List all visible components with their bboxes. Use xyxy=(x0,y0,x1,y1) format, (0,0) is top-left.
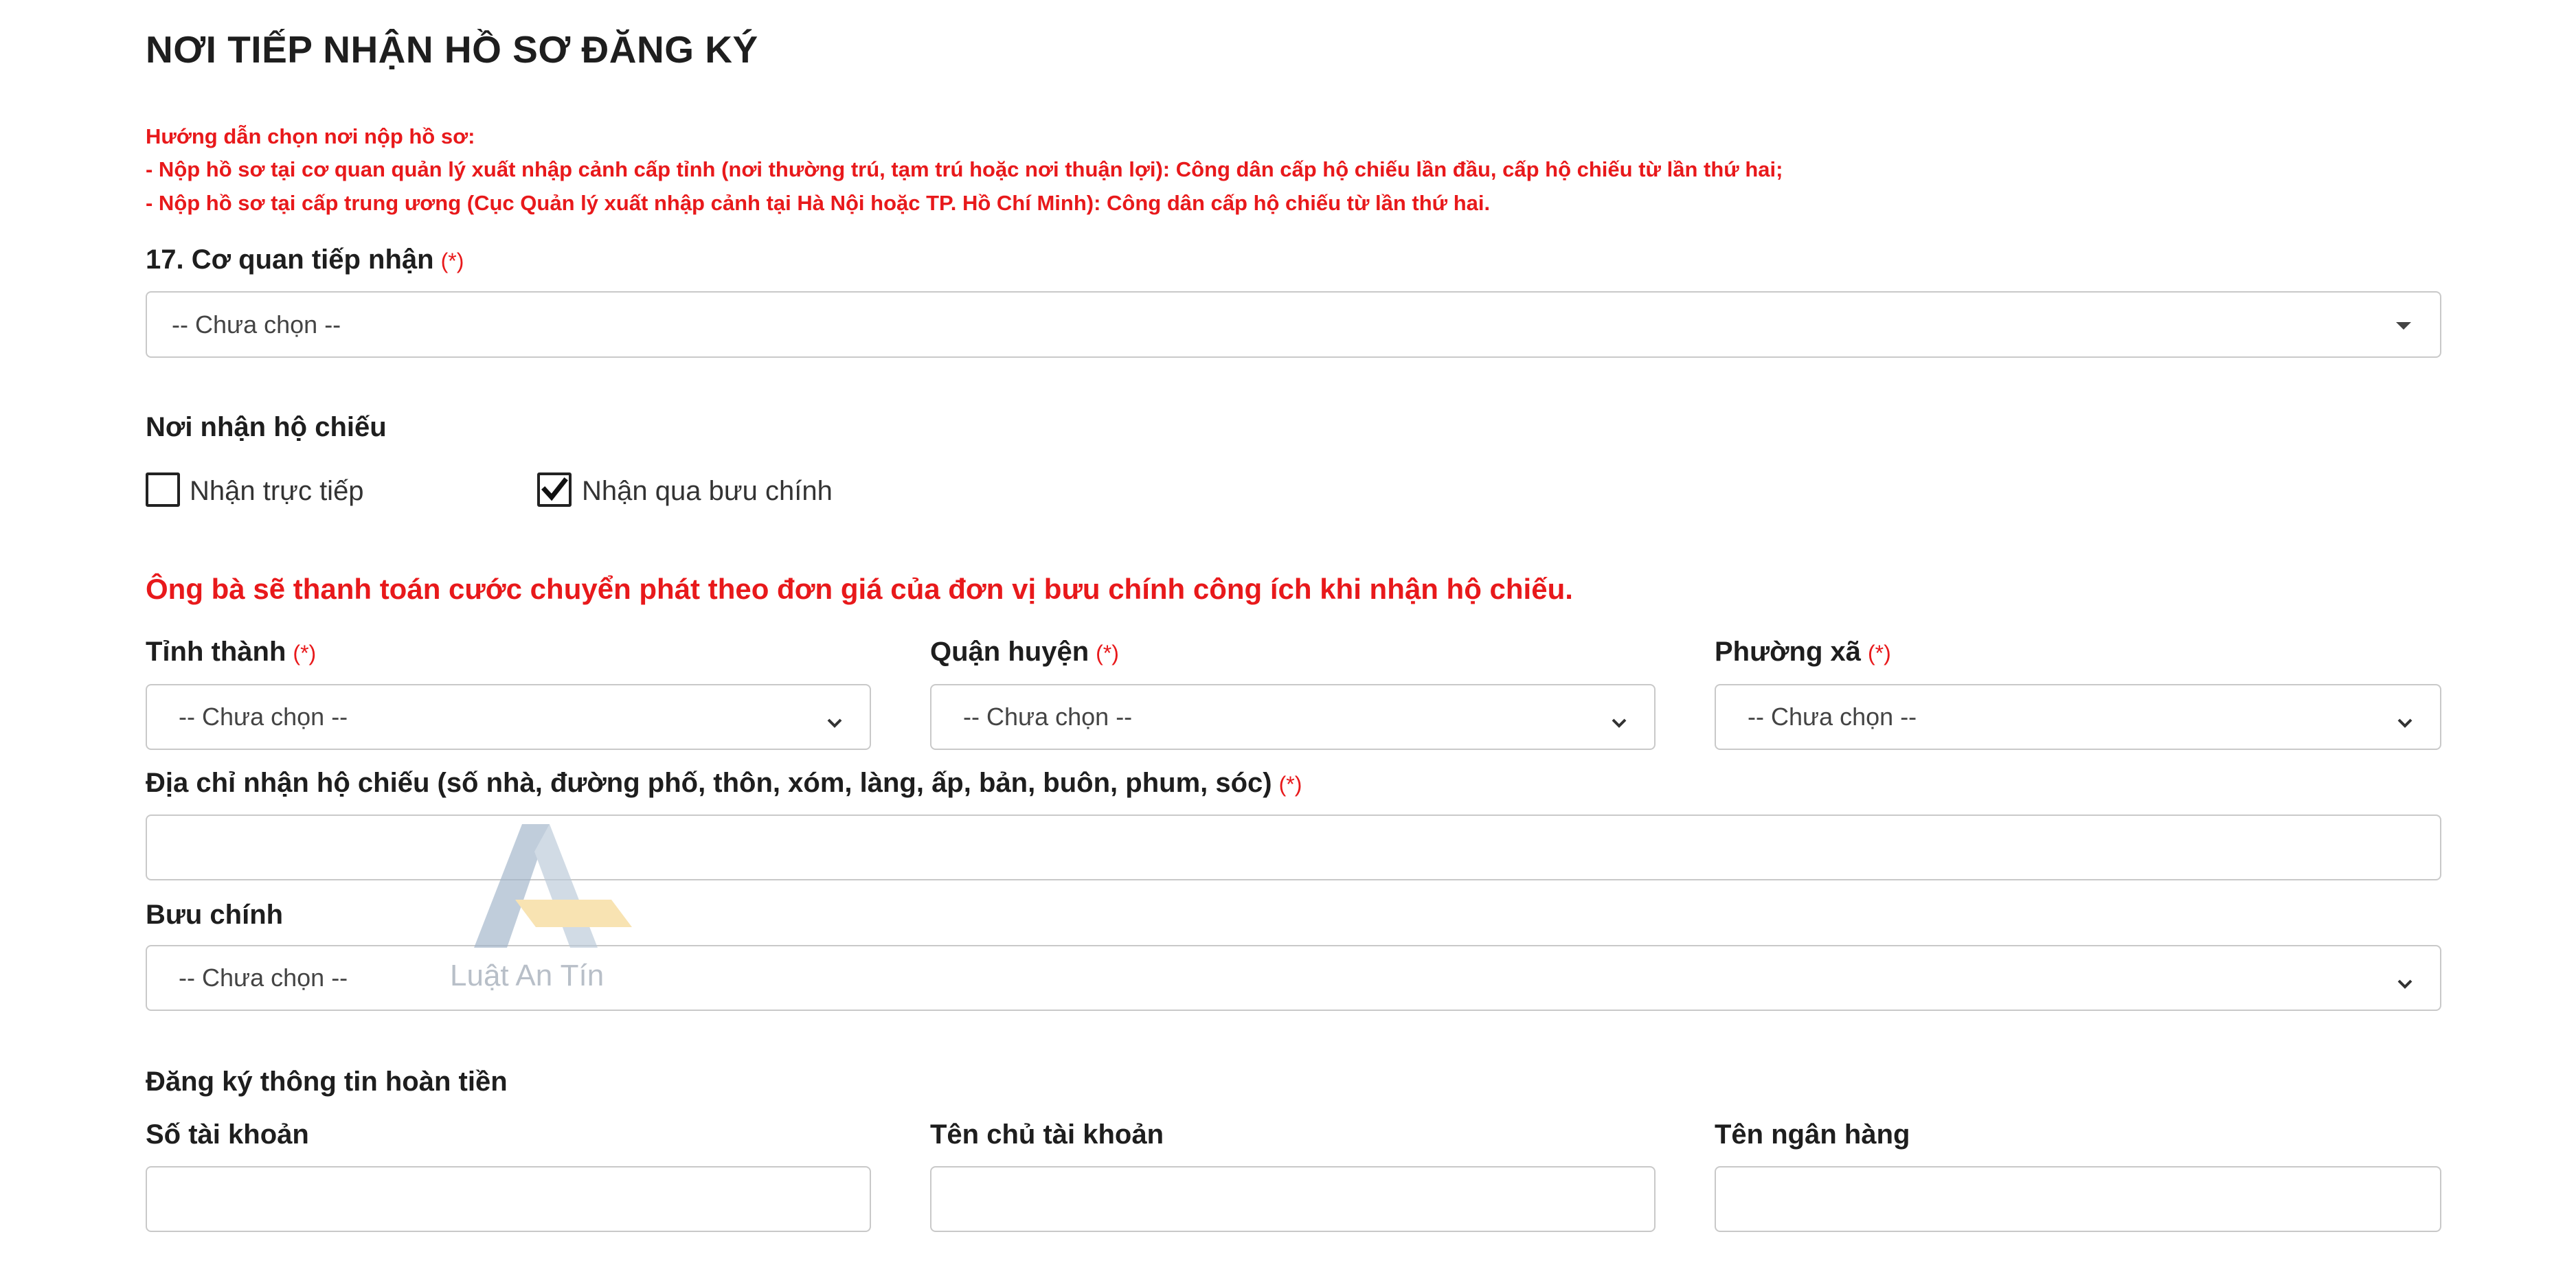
watermark-text: Luật An Tín xyxy=(450,959,605,992)
province-select[interactable]: -- Chưa chọn -- xyxy=(146,684,871,750)
account-holder-label: Tên chủ tài khoản xyxy=(930,1119,1164,1150)
direct-pickup-checkbox[interactable] xyxy=(146,472,180,507)
page-title: NƠI TIẾP NHẬN HỒ SƠ ĐĂNG KÝ xyxy=(146,28,758,71)
postal-delivery-label[interactable]: Nhận qua bưu chính xyxy=(582,476,833,507)
receiving-agency-label-text: 17. Cơ quan tiếp nhận xyxy=(146,244,434,275)
watermark-logo-icon xyxy=(474,824,632,948)
required-marker: (*) xyxy=(1868,641,1891,665)
ward-label-text: Phường xã xyxy=(1715,637,1861,667)
checkmark-icon xyxy=(541,477,568,501)
refund-heading: Đăng ký thông tin hoàn tiền xyxy=(146,1067,508,1097)
receiving-agency-select[interactable]: -- Chưa chọn -- xyxy=(146,291,2441,358)
required-marker: (*) xyxy=(440,249,464,273)
postal-fee-notice: Ông bà sẽ thanh toán cước chuyển phát th… xyxy=(146,573,1573,605)
district-label: Quận huyện (*) xyxy=(930,637,1119,668)
receiving-agency-value: -- Chưa chọn -- xyxy=(172,310,341,339)
province-label-text: Tỉnh thành xyxy=(146,637,286,667)
required-marker: (*) xyxy=(293,641,317,665)
postal-delivery-checkbox[interactable] xyxy=(537,472,572,507)
ward-select[interactable]: -- Chưa chọn -- xyxy=(1715,684,2441,750)
receiving-agency-label: 17. Cơ quan tiếp nhận (*) xyxy=(146,244,464,275)
ward-label: Phường xã (*) xyxy=(1715,637,1891,668)
province-value: -- Chưa chọn -- xyxy=(179,703,348,731)
caret-down-icon xyxy=(2396,321,2411,330)
required-marker: (*) xyxy=(1096,641,1119,665)
guide-line-province: - Nộp hồ sơ tại cơ quan quản lý xuất nhậ… xyxy=(146,157,1783,181)
post-office-label: Bưu chính xyxy=(146,900,284,930)
district-value: -- Chưa chọn -- xyxy=(963,703,1133,731)
chevron-down-icon xyxy=(1612,718,1627,728)
required-marker: (*) xyxy=(1278,772,1302,797)
province-label: Tỉnh thành (*) xyxy=(146,637,316,668)
street-address-label: Địa chỉ nhận hộ chiếu (số nhà, đường phố… xyxy=(146,768,1302,799)
chevron-down-icon xyxy=(827,718,842,728)
passport-receipt-label: Nơi nhận hộ chiếu xyxy=(146,412,387,442)
direct-pickup-label[interactable]: Nhận trực tiếp xyxy=(190,476,364,507)
post-office-value: -- Chưa chọn -- xyxy=(179,964,348,992)
registration-form: NƠI TIẾP NHẬN HỒ SƠ ĐĂNG KÝ Hướng dẫn ch… xyxy=(0,0,2576,1276)
district-label-text: Quận huyện xyxy=(930,637,1089,667)
account-number-input[interactable] xyxy=(146,1166,871,1232)
guide-line-central: - Nộp hồ sơ tại cấp trung ương (Cục Quản… xyxy=(146,191,1491,215)
chevron-down-icon xyxy=(2397,979,2413,989)
ward-value: -- Chưa chọn -- xyxy=(1748,703,1917,731)
account-holder-input[interactable] xyxy=(930,1166,1656,1232)
account-number-label: Số tài khoản xyxy=(146,1119,309,1150)
chevron-down-icon xyxy=(2397,718,2413,728)
bank-name-input[interactable] xyxy=(1715,1166,2441,1232)
bank-name-label: Tên ngân hàng xyxy=(1715,1119,1910,1150)
guide-heading: Hướng dẫn chọn nơi nộp hồ sơ: xyxy=(146,124,475,148)
street-address-label-text: Địa chỉ nhận hộ chiếu (số nhà, đường phố… xyxy=(146,768,1272,798)
district-select[interactable]: -- Chưa chọn -- xyxy=(930,684,1656,750)
